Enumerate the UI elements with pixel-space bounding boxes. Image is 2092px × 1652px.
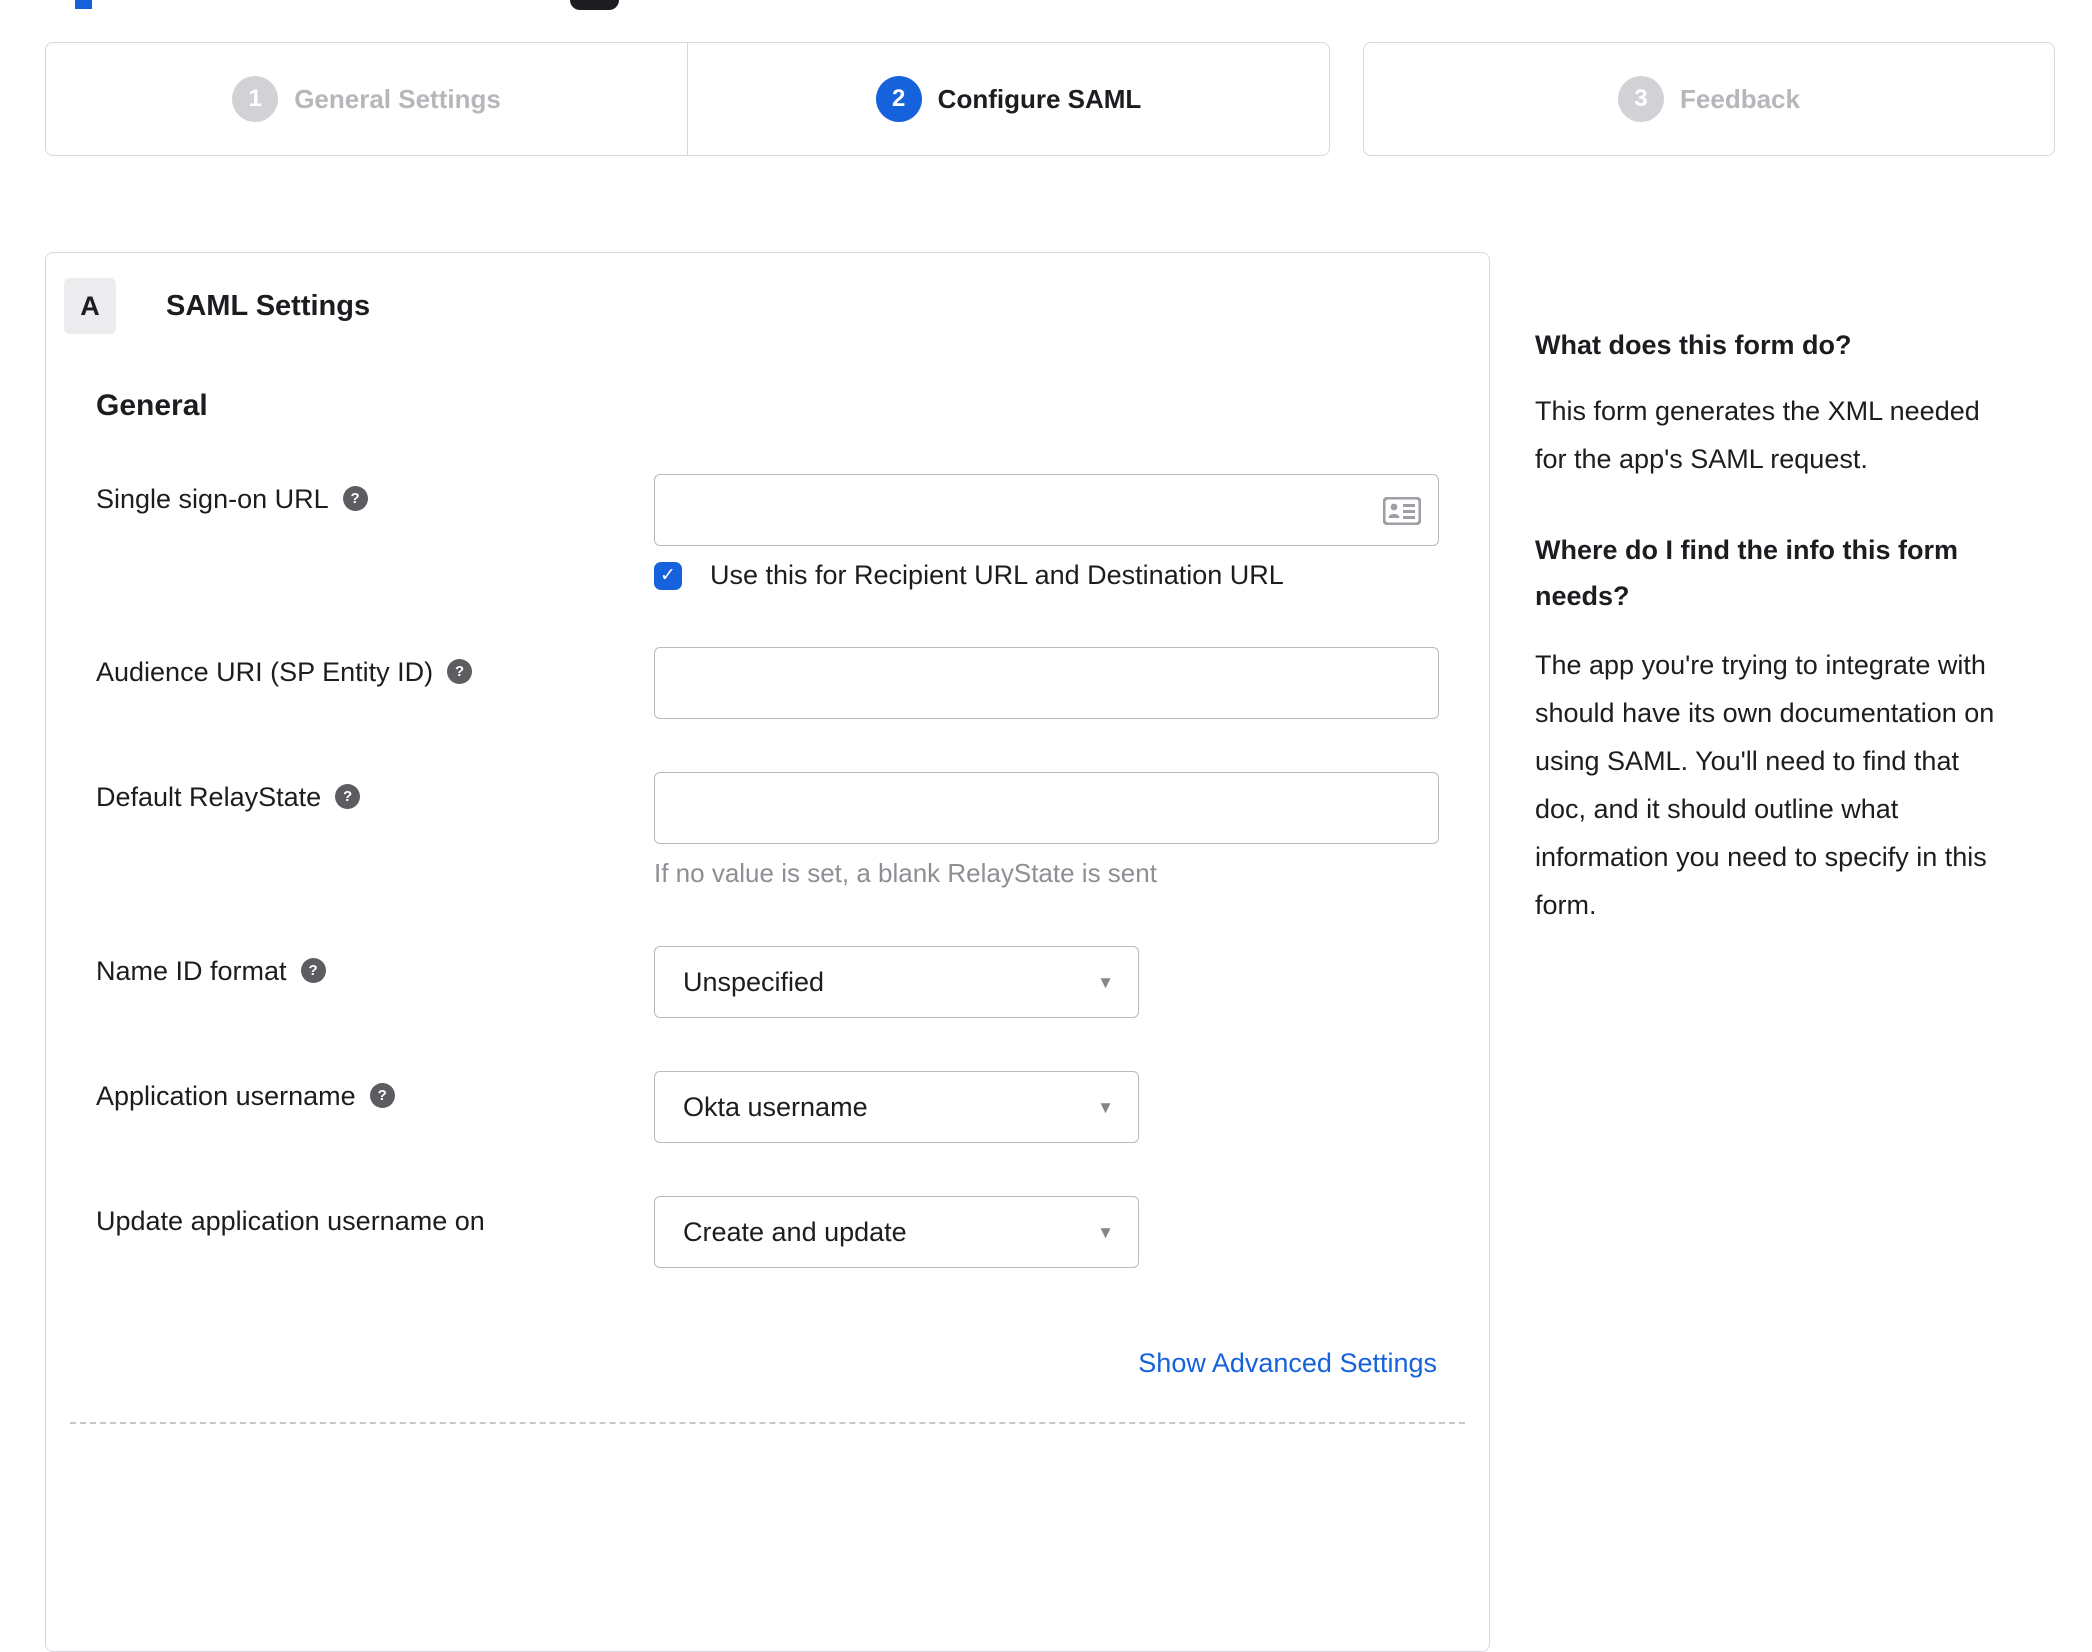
step-2-label: Configure SAML bbox=[937, 83, 1142, 114]
step-2-circle: 2 bbox=[875, 76, 922, 122]
help-icon[interactable]: ? bbox=[300, 958, 326, 983]
update-username-label: Update application username on bbox=[96, 1206, 485, 1236]
help-icon[interactable]: ? bbox=[447, 659, 473, 684]
cutoff-dark-icon-fragment bbox=[570, 0, 619, 10]
sso-url-label: Single sign-on URL bbox=[96, 484, 329, 514]
relay-state-label: Default RelayState bbox=[96, 782, 322, 812]
step-1-label: General Settings bbox=[294, 83, 501, 114]
sidebar-heading-where: Where do I find the info this form needs… bbox=[1535, 535, 1958, 611]
cutoff-blue-fragment bbox=[75, 0, 92, 9]
help-sidebar: What does this form do? This form genera… bbox=[1535, 325, 2013, 929]
step-3-label: Feedback bbox=[1680, 83, 1800, 114]
show-advanced-settings-link[interactable]: Show Advanced Settings bbox=[1138, 1348, 1437, 1378]
help-icon[interactable]: ? bbox=[369, 1083, 395, 1108]
relay-state-input[interactable] bbox=[654, 772, 1439, 844]
general-section-title: General bbox=[96, 389, 208, 422]
sso-url-row: Single sign-on URL ? ✓ Use this for Reci… bbox=[46, 474, 1489, 591]
section-a-badge: A bbox=[64, 278, 116, 334]
chevron-down-icon: ▼ bbox=[1097, 1223, 1114, 1242]
stepper-box-left: 1 General Settings 2 Configure SAML bbox=[45, 42, 1330, 156]
help-icon[interactable]: ? bbox=[342, 486, 368, 511]
audience-uri-row: Audience URI (SP Entity ID) ? bbox=[46, 647, 1489, 719]
relay-state-hint: If no value is set, a blank RelayState i… bbox=[654, 858, 1157, 888]
contact-card-icon bbox=[1383, 497, 1421, 525]
name-id-format-value: Unspecified bbox=[683, 966, 825, 997]
help-icon[interactable]: ? bbox=[335, 784, 361, 809]
step-feedback[interactable]: 3 Feedback bbox=[1364, 43, 2054, 155]
recipient-url-checkbox[interactable]: ✓ bbox=[654, 561, 682, 590]
chevron-down-icon: ▼ bbox=[1097, 973, 1114, 992]
recipient-url-checkbox-label: Use this for Recipient URL and Destinati… bbox=[710, 560, 1284, 590]
stepper-box-right: 3 Feedback bbox=[1363, 42, 2055, 156]
advanced-settings-row: Show Advanced Settings bbox=[46, 1348, 1489, 1379]
panel-header: A SAML Settings bbox=[64, 278, 1489, 334]
step-1-circle: 1 bbox=[232, 76, 279, 122]
step-configure-saml[interactable]: 2 Configure SAML bbox=[687, 43, 1329, 155]
sidebar-heading-what: What does this form do? bbox=[1535, 330, 1852, 360]
update-username-select[interactable]: Create and update ▼ bbox=[654, 1196, 1139, 1268]
panel-title: SAML Settings bbox=[166, 289, 371, 322]
audience-uri-label: Audience URI (SP Entity ID) bbox=[96, 657, 434, 687]
sidebar-paragraph-what: This form generates the XML needed for t… bbox=[1535, 396, 1980, 474]
step-3-circle: 3 bbox=[1618, 76, 1665, 122]
relay-state-row: Default RelayState ? If no value is set,… bbox=[46, 772, 1489, 889]
name-id-format-select[interactable]: Unspecified ▼ bbox=[654, 946, 1139, 1018]
saml-settings-panel: A SAML Settings General Single sign-on U… bbox=[45, 252, 1490, 1652]
name-id-format-row: Name ID format ? Unspecified ▼ bbox=[46, 946, 1489, 1018]
sidebar-paragraph-where: The app you're trying to integrate with … bbox=[1535, 650, 1995, 920]
application-username-value: Okta username bbox=[683, 1091, 868, 1122]
chevron-down-icon: ▼ bbox=[1097, 1098, 1114, 1117]
update-username-row: Update application username on Create an… bbox=[46, 1196, 1489, 1268]
application-username-select[interactable]: Okta username ▼ bbox=[654, 1071, 1139, 1143]
sso-url-input[interactable] bbox=[654, 474, 1439, 546]
step-general-settings[interactable]: 1 General Settings bbox=[46, 43, 687, 155]
dashed-divider bbox=[70, 1422, 1465, 1424]
wizard-stepper: 1 General Settings 2 Configure SAML 3 Fe… bbox=[45, 42, 2055, 156]
application-username-label: Application username bbox=[96, 1081, 356, 1111]
update-username-value: Create and update bbox=[683, 1216, 907, 1247]
name-id-format-label: Name ID format bbox=[96, 956, 287, 986]
audience-uri-input[interactable] bbox=[654, 647, 1439, 719]
application-username-row: Application username ? Okta username ▼ bbox=[46, 1071, 1489, 1143]
